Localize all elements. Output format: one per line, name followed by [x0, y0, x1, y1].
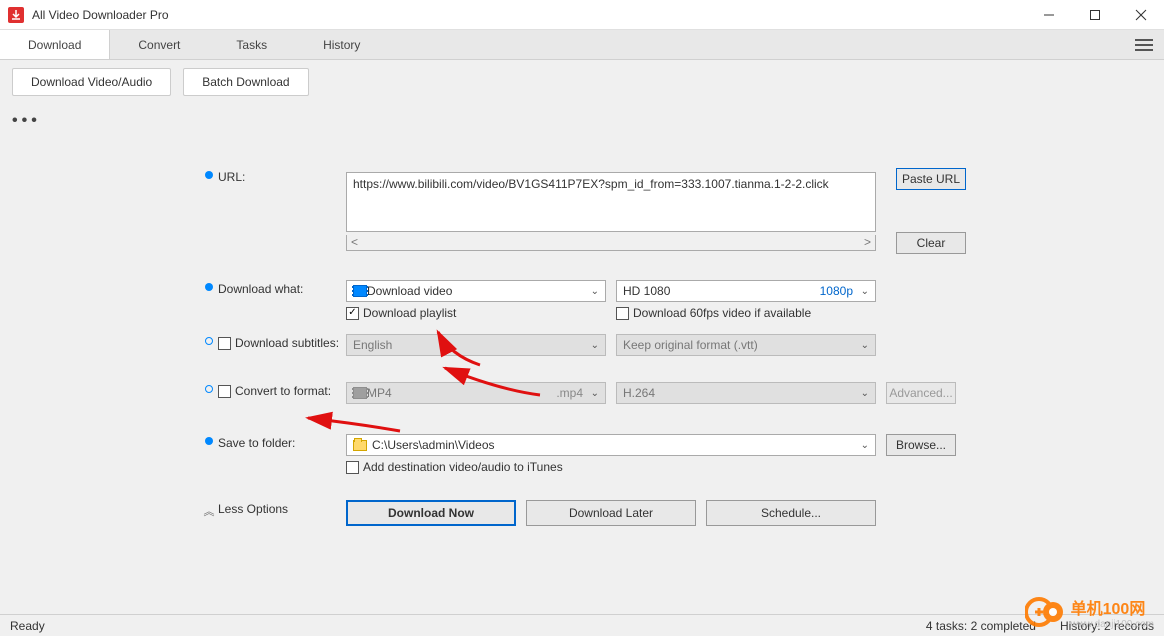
folder-icon [353, 440, 367, 451]
browse-button[interactable]: Browse... [886, 434, 956, 456]
maximize-button[interactable] [1072, 0, 1118, 29]
codec-select[interactable]: H.264 ⌄ [616, 382, 876, 404]
status-ready: Ready [10, 619, 45, 633]
collapse-icon: ︽ [204, 503, 215, 519]
chevron-down-icon: ⌄ [861, 440, 869, 451]
bullet-icon [205, 283, 213, 291]
download-what-label: Download what: [218, 280, 346, 296]
tab-convert[interactable]: Convert [110, 30, 208, 59]
quality-name: HD 1080 [623, 284, 670, 298]
tab-history[interactable]: History [295, 30, 388, 59]
watermark-logo [1025, 592, 1065, 632]
minimize-button[interactable] [1026, 0, 1072, 29]
itunes-row: Add destination video/audio to iTunes [0, 460, 1164, 474]
add-itunes-label: Add destination video/audio to iTunes [363, 460, 563, 474]
download-what-opts: Download playlist Download 60fps video i… [0, 306, 1164, 320]
watermark: 单机100网 www.danji100.com [1025, 592, 1154, 632]
loading-dots: ••• [0, 104, 1164, 138]
titlebar: All Video Downloader Pro [0, 0, 1164, 30]
quality-select[interactable]: HD 1080 1080p ⌄ [616, 280, 876, 302]
url-scrollbar[interactable]: <> [346, 235, 876, 251]
download-playlist-label: Download playlist [363, 306, 456, 320]
codec-value: H.264 [623, 386, 655, 400]
actions-row: ︽ Less Options Download Now Download Lat… [0, 500, 1164, 526]
subtitles-label: Download subtitles: [235, 336, 339, 350]
subtitle-format-value: Keep original format (.vtt) [623, 338, 758, 352]
app-title: All Video Downloader Pro [32, 8, 1026, 22]
less-options-toggle[interactable]: Less Options [218, 500, 346, 516]
subtitle-lang-value: English [353, 338, 392, 352]
subtitle-lang-select[interactable]: English ⌄ [346, 334, 606, 356]
container-value: MP4 [367, 386, 392, 400]
main-tabbar: Download Convert Tasks History [0, 30, 1164, 60]
save-label: Save to folder: [218, 434, 346, 450]
sub-toolbar: Download Video/Audio Batch Download [0, 60, 1164, 104]
status-bar: Ready 4 tasks: 2 completed History: 2 re… [0, 614, 1164, 636]
paste-url-button[interactable]: Paste URL [896, 168, 966, 190]
chevron-down-icon: ⌄ [861, 340, 869, 351]
container-select[interactable]: MP4 .mp4 ⌄ [346, 382, 606, 404]
advanced-button[interactable]: Advanced... [886, 382, 956, 404]
status-tasks: 4 tasks: 2 completed [926, 619, 1036, 633]
convert-format-checkbox[interactable] [218, 385, 231, 398]
download-type-select[interactable]: Download video ⌄ [346, 280, 606, 302]
menu-button[interactable] [1124, 30, 1164, 59]
sixtyfps-checkbox[interactable] [616, 307, 629, 320]
download-subtitles-checkbox[interactable] [218, 337, 231, 350]
url-row: URL: <> Paste URL Clear [0, 168, 1164, 254]
bullet-hollow-icon [205, 385, 213, 393]
bullet-icon [205, 437, 213, 445]
bullet-icon [205, 171, 213, 179]
container-ext: .mp4 [556, 386, 583, 400]
download-later-button[interactable]: Download Later [526, 500, 696, 526]
download-playlist-checkbox[interactable] [346, 307, 359, 320]
save-path-value: C:\Users\admin\Videos [372, 438, 495, 452]
download-video-audio-button[interactable]: Download Video/Audio [12, 68, 171, 96]
download-what-row: Download what: Download video ⌄ HD 1080 … [0, 280, 1164, 302]
schedule-button[interactable]: Schedule... [706, 500, 876, 526]
batch-download-button[interactable]: Batch Download [183, 68, 308, 96]
url-input[interactable] [346, 172, 876, 232]
main-content: URL: <> Paste URL Clear Download what: D… [0, 138, 1164, 526]
video-icon [353, 387, 367, 399]
tab-tasks[interactable]: Tasks [208, 30, 295, 59]
chevron-down-icon: ⌄ [591, 286, 599, 297]
chevron-down-icon: ⌄ [591, 340, 599, 351]
watermark-sub: www.danji100.com [1071, 619, 1154, 630]
download-type-value: Download video [367, 284, 452, 298]
video-icon [353, 285, 367, 297]
subtitles-row: Download subtitles: English ⌄ Keep origi… [0, 334, 1164, 356]
clear-button[interactable]: Clear [896, 232, 966, 254]
convert-label: Convert to format: [235, 384, 331, 398]
convert-row: Convert to format: MP4 .mp4 ⌄ H.264 ⌄ Ad… [0, 382, 1164, 404]
sixtyfps-label: Download 60fps video if available [633, 306, 811, 320]
watermark-brand: 单机100网 [1071, 595, 1154, 619]
save-folder-row: Save to folder: C:\Users\admin\Videos ⌄ … [0, 434, 1164, 456]
close-button[interactable] [1118, 0, 1164, 29]
window-buttons [1026, 0, 1164, 29]
url-label: URL: [218, 168, 346, 184]
chevron-down-icon: ⌄ [861, 388, 869, 399]
quality-tag: 1080p [820, 284, 853, 298]
chevron-down-icon: ⌄ [591, 388, 599, 399]
save-path-select[interactable]: C:\Users\admin\Videos ⌄ [346, 434, 876, 456]
bullet-hollow-icon [205, 337, 213, 345]
subtitle-format-select[interactable]: Keep original format (.vtt) ⌄ [616, 334, 876, 356]
add-itunes-checkbox[interactable] [346, 461, 359, 474]
app-icon [8, 7, 24, 23]
download-now-button[interactable]: Download Now [346, 500, 516, 526]
chevron-down-icon: ⌄ [861, 286, 869, 297]
tab-download[interactable]: Download [0, 30, 110, 59]
